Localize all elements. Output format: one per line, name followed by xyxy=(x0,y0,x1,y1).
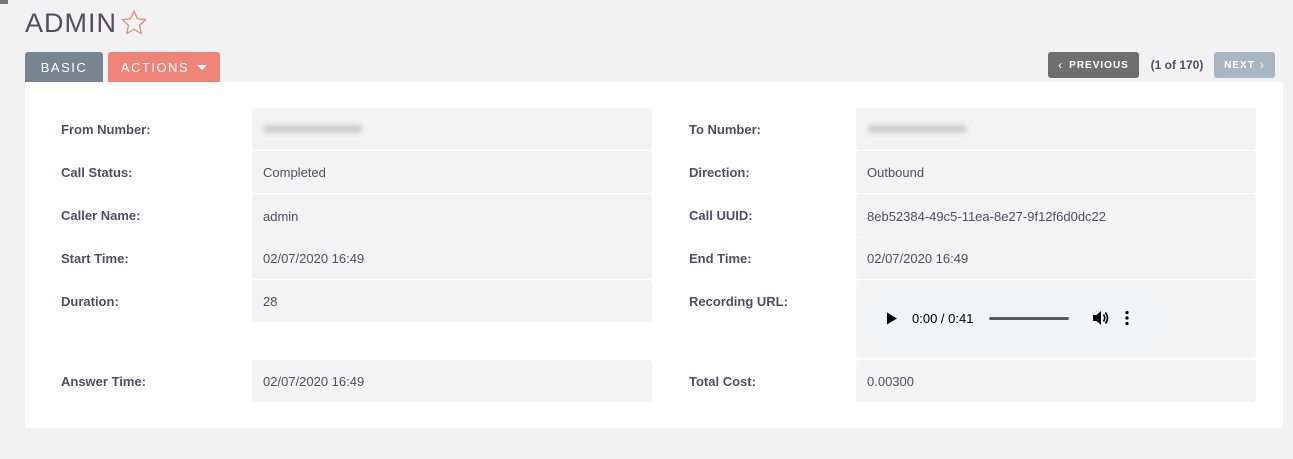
more-options-icon[interactable] xyxy=(1125,310,1130,326)
call-status-field: Completed xyxy=(252,151,652,193)
chevron-right-icon: › xyxy=(1259,58,1265,72)
start-time-field: 02/07/2020 16:49 xyxy=(252,237,652,279)
caller-name-field: admin xyxy=(252,194,652,238)
duration-label: Duration: xyxy=(61,294,119,309)
title-row: ADMIN xyxy=(25,6,149,40)
call-status-label: Call Status: xyxy=(61,165,133,180)
star-outline-icon[interactable] xyxy=(119,8,149,38)
detail-panel: From Number: To Number: Call Status: Com… xyxy=(25,82,1283,428)
end-time-field: 02/07/2020 16:49 xyxy=(856,237,1256,279)
answer-time-label: Answer Time: xyxy=(61,374,147,389)
chevron-left-icon: ‹ xyxy=(1058,58,1064,72)
answer-time-field: 02/07/2020 16:49 xyxy=(252,360,652,402)
caret-down-icon xyxy=(197,64,208,70)
previous-button-label: PREVIOUS xyxy=(1069,59,1129,71)
play-icon[interactable] xyxy=(886,312,898,325)
duration-field: 28 xyxy=(252,280,652,322)
total-cost-label: Total Cost: xyxy=(689,374,756,389)
tab-actions[interactable]: ACTIONS xyxy=(108,52,220,82)
to-number-label: To Number: xyxy=(689,122,761,137)
pager-count: (1 of 170) xyxy=(1150,58,1204,72)
to-number-field xyxy=(856,108,1256,150)
tab-basic[interactable]: BASIC xyxy=(25,52,103,82)
audio-progress-track[interactable] xyxy=(989,316,1070,320)
page-title: ADMIN xyxy=(25,7,117,38)
to-number-value-redacted xyxy=(867,125,967,133)
end-time-label: End Time: xyxy=(689,251,752,266)
caller-name-label: Caller Name: xyxy=(61,208,141,223)
call-uuid-field: 8eb52384-49c5-11ea-8e27-9f12f6d0dc22 xyxy=(856,194,1256,238)
previous-button[interactable]: ‹ PREVIOUS xyxy=(1048,52,1139,78)
next-button-label: NEXT xyxy=(1224,59,1255,71)
recording-url-label: Recording URL: xyxy=(689,294,788,309)
audio-time: 0:00 / 0:41 xyxy=(912,310,974,326)
start-time-label: Start Time: xyxy=(61,251,129,266)
from-number-value-redacted xyxy=(263,125,363,133)
tab-actions-label: ACTIONS xyxy=(120,59,190,75)
call-uuid-label: Call UUID: xyxy=(689,208,753,223)
audio-player[interactable]: 0:00 / 0:41 xyxy=(863,292,1166,344)
next-button[interactable]: NEXT › xyxy=(1214,52,1275,78)
corner-mark xyxy=(0,0,8,4)
from-number-field xyxy=(252,108,652,150)
tab-basic-label: BASIC xyxy=(40,59,88,75)
direction-label: Direction: xyxy=(689,165,750,180)
from-number-label: From Number: xyxy=(61,122,151,137)
direction-field: Outbound xyxy=(856,151,1256,193)
total-cost-field: 0.00300 xyxy=(856,360,1256,402)
volume-icon[interactable] xyxy=(1092,310,1110,326)
